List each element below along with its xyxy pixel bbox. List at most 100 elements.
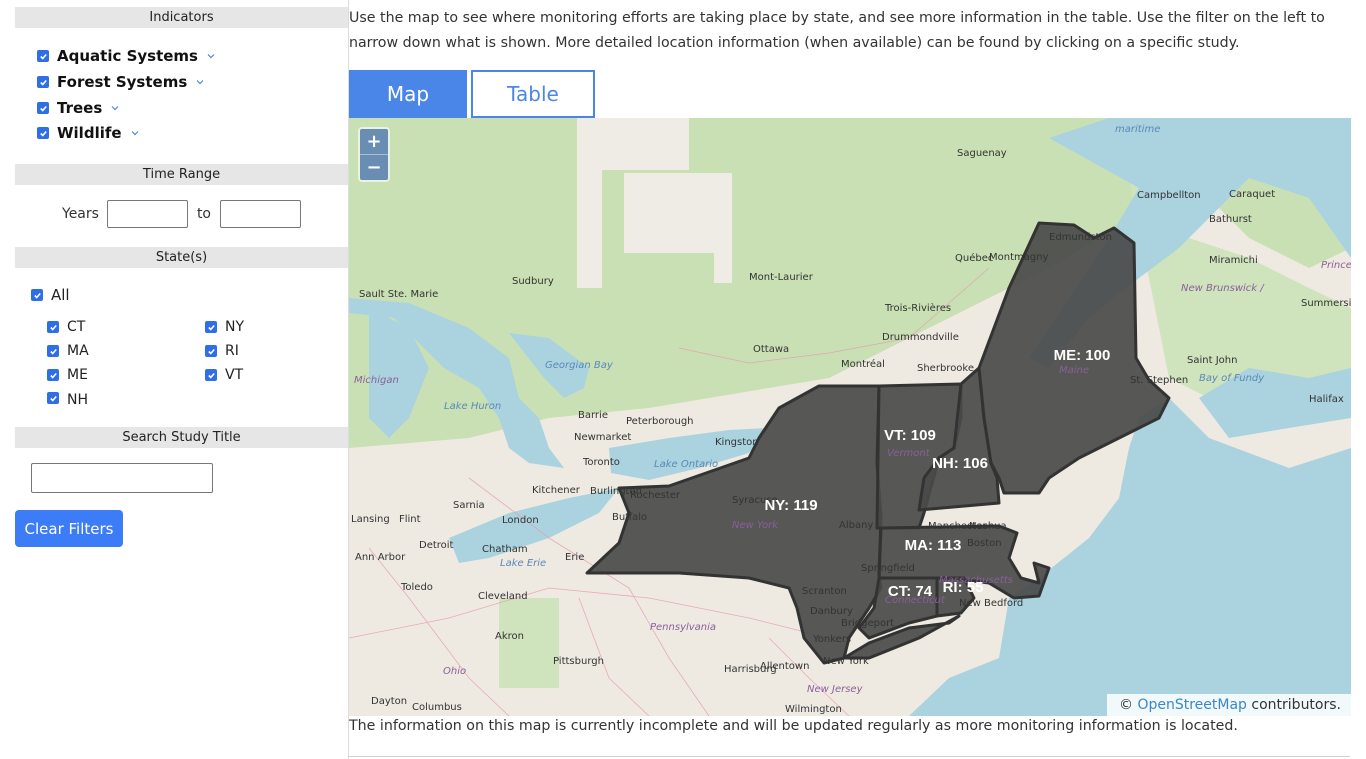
year-from-input[interactable] (106, 200, 188, 228)
tab-table[interactable]: Table (471, 70, 595, 118)
state-vt[interactable]: VT (205, 365, 243, 385)
city-label: Columbus (412, 702, 462, 713)
state-ct[interactable]: CT (47, 317, 85, 337)
states-heading: State(s) (15, 247, 348, 268)
state-me[interactable]: ME (47, 365, 88, 385)
city-label: London (502, 515, 539, 526)
state-count-label-ri: RI: 55 (943, 579, 984, 596)
years-label: Years (62, 206, 99, 222)
checkbox-checked-icon[interactable] (31, 289, 43, 301)
state-ri[interactable]: RI (205, 341, 239, 361)
city-label: Nashua (969, 521, 1007, 532)
state-ny[interactable]: NY (205, 317, 244, 337)
city-label: Yonkers (812, 634, 851, 645)
checkbox-checked-icon[interactable] (37, 127, 49, 139)
city-label: Toledo (400, 582, 433, 593)
city-label: Sherbrooke (917, 363, 974, 374)
state-ma[interactable]: MA (47, 341, 89, 361)
city-label: Newmarket (574, 432, 631, 443)
checkbox-checked-icon[interactable] (47, 345, 59, 357)
attribution-suffix: contributors. (1251, 697, 1341, 713)
city-label: Sudbury (512, 276, 554, 287)
checkbox-checked-icon[interactable] (205, 321, 217, 333)
indicator-label: Wildlife (57, 124, 122, 142)
intro-text: Use the map to see where monitoring effo… (349, 10, 1325, 51)
openstreetmap-link[interactable]: OpenStreetMap (1137, 697, 1246, 713)
water-label: Lake Huron (444, 401, 501, 412)
region-label: Prince (1321, 260, 1351, 271)
city-label: New Bedford (959, 598, 1023, 609)
state-count-label-me: ME: 100 (1054, 347, 1111, 364)
city-label: Detroit (419, 540, 454, 551)
city-label: St. Stephen (1130, 375, 1188, 386)
chevron-down-icon[interactable] (110, 103, 120, 113)
checkbox-checked-icon[interactable] (37, 102, 49, 114)
region-label: Maine (1059, 365, 1089, 376)
city-label: Saint John (1187, 355, 1237, 366)
checkbox-checked-icon[interactable] (47, 392, 59, 404)
state-count-label-ct: CT: 74 (888, 583, 933, 600)
city-label: Sault Ste. Marie (359, 289, 438, 300)
city-label: Edmundston (1049, 232, 1112, 243)
chevron-down-icon[interactable] (195, 77, 205, 87)
checkbox-checked-icon[interactable] (37, 50, 49, 62)
state-nh[interactable]: NH (47, 389, 88, 405)
city-label: Ottawa (753, 344, 789, 355)
checkbox-checked-icon[interactable] (205, 369, 217, 381)
city-label: Buffalo (612, 512, 647, 523)
year-to-input[interactable] (220, 200, 301, 228)
city-label: Albany (839, 520, 873, 531)
region-label: Vermont (887, 448, 931, 459)
region-label: New Brunswick / (1181, 283, 1265, 294)
city-label: Flint (399, 514, 421, 525)
indicator-label: Forest Systems (57, 73, 188, 91)
checkbox-checked-icon[interactable] (205, 345, 217, 357)
checkbox-checked-icon[interactable] (37, 76, 49, 88)
zoom-control: + − (358, 127, 390, 182)
city-label: Montréal (841, 358, 885, 370)
state-label: ME (67, 367, 88, 383)
city-label: Kitchener (532, 485, 581, 496)
city-label: Rochester (630, 490, 681, 501)
city-label: Akron (495, 631, 524, 642)
chevron-down-icon[interactable] (130, 128, 140, 138)
tab-map[interactable]: Map (349, 70, 467, 118)
water-label: Lake Erie (500, 558, 546, 569)
indicator-aquatic-systems[interactable]: Aquatic Systems (37, 45, 216, 67)
city-label: Halifax (1309, 394, 1344, 405)
indicator-wildlife[interactable]: Wildlife (37, 122, 140, 144)
year-range: Years to (62, 200, 301, 228)
indicators-heading: Indicators (15, 7, 348, 28)
chevron-down-icon[interactable] (206, 51, 216, 61)
search-study-title-input[interactable] (31, 463, 213, 493)
time-range-heading: Time Range (15, 164, 348, 185)
region-label: Michigan (354, 375, 399, 386)
checkbox-checked-icon[interactable] (47, 321, 59, 333)
state-label: NH (67, 392, 88, 405)
city-label: Caraquet (1229, 189, 1275, 200)
indicator-forest-systems[interactable]: Forest Systems (37, 71, 205, 93)
indicator-trees[interactable]: Trees (37, 97, 120, 119)
region-label: Ohio (443, 666, 466, 677)
state-all[interactable]: All (31, 285, 70, 305)
filter-sidebar: Indicators Aquatic Systems Forest System… (0, 0, 349, 759)
indicator-label: Aquatic Systems (57, 47, 198, 65)
city-label: Trois-Rivières (884, 302, 951, 314)
map-view[interactable]: maritime Saguenay Campbellton Caraquet Bathu… (349, 118, 1351, 716)
map-attribution: © OpenStreetMap contributors. (1107, 694, 1351, 716)
zoom-in-button[interactable]: + (360, 129, 388, 154)
state-label: CT (67, 319, 86, 335)
city-label: Drummondville (882, 332, 959, 343)
map-labels: maritime Saguenay Campbellton Caraquet Bathu… (351, 124, 1351, 715)
clear-filters-button[interactable]: Clear Filters (15, 510, 123, 547)
water-label: Lake Ontario (654, 459, 718, 470)
state-label: NY (225, 319, 245, 335)
checkbox-checked-icon[interactable] (47, 369, 59, 381)
state-count-label-vt: VT: 109 (884, 427, 936, 444)
city-label: Cleveland (478, 591, 528, 602)
city-label: Saguenay (957, 148, 1007, 159)
zoom-out-button[interactable]: − (360, 154, 388, 180)
city-label: Chatham (482, 544, 528, 555)
city-label: Bridgeport (841, 618, 894, 629)
state-label: MA (67, 343, 89, 359)
